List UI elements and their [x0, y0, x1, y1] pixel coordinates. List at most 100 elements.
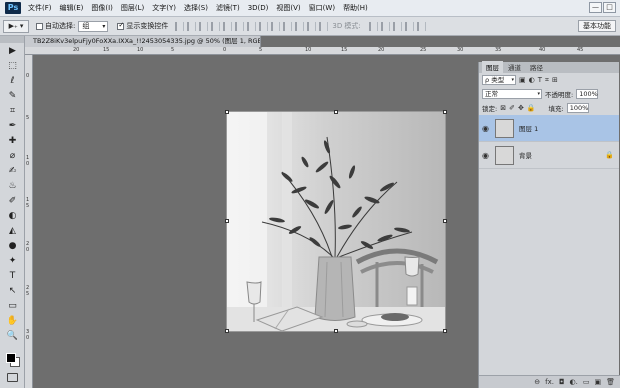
layer-filter-dropdown[interactable]: ρ 类型 [482, 75, 516, 85]
menu-image[interactable]: 图像(I) [87, 3, 117, 13]
new-layer-icon[interactable]: ▣ [594, 378, 601, 386]
distribute-left-icon[interactable] [283, 21, 293, 31]
align-bottom-icon[interactable] [199, 21, 209, 31]
auto-select-dropdown[interactable]: 组 [78, 20, 109, 32]
layer-row[interactable]: ◉ 图层 1 [479, 115, 619, 142]
canvas-area[interactable] [33, 55, 478, 388]
distribute-vcenter-icon[interactable] [259, 21, 269, 31]
transform-handle-bl[interactable] [225, 329, 229, 333]
menu-select[interactable]: 选择(S) [180, 3, 212, 13]
brush-tool-icon[interactable]: ⌀ [0, 148, 25, 163]
distribute-top-icon[interactable] [247, 21, 257, 31]
lock-transparent-icon[interactable]: ⊠ [500, 104, 506, 112]
quick-select-tool-icon[interactable]: ✎ [0, 88, 25, 103]
horizontal-ruler[interactable]: 20 15 10 5 0 5 10 15 20 25 30 35 40 45 [25, 47, 620, 55]
distribute-hcenter-icon[interactable] [295, 21, 305, 31]
align-left-icon[interactable] [211, 21, 221, 31]
layer-name[interactable]: 背景 [519, 150, 605, 160]
marquee-tool-icon[interactable]: ⬚ [0, 58, 25, 73]
tab-channels[interactable]: 通道 [504, 61, 525, 73]
align-vcenter-icon[interactable] [187, 21, 197, 31]
path-select-tool-icon[interactable]: ↖ [0, 283, 25, 298]
3d-scale-icon[interactable] [416, 21, 426, 31]
menu-window[interactable]: 窗口(W) [305, 3, 339, 13]
align-top-icon[interactable] [175, 21, 185, 31]
lock-position-icon[interactable]: ✥ [518, 104, 524, 112]
menu-type[interactable]: 文字(Y) [148, 3, 180, 13]
3d-slide-icon[interactable] [404, 21, 414, 31]
dodge-tool-icon[interactable]: ● [0, 238, 25, 253]
menu-layer[interactable]: 图层(L) [117, 3, 148, 13]
menu-edit[interactable]: 编辑(E) [56, 3, 88, 13]
transform-handle-br[interactable] [443, 329, 447, 333]
hand-tool-icon[interactable]: ✋ [0, 313, 25, 328]
gradient-tool-icon[interactable]: ◐ [0, 208, 25, 223]
align-right-icon[interactable] [235, 21, 245, 31]
lock-pixels-icon[interactable]: ✐ [509, 104, 515, 112]
tab-layers[interactable]: 图层 [482, 61, 503, 73]
transform-handle-l[interactable] [225, 219, 229, 223]
healing-brush-tool-icon[interactable]: ✚ [0, 133, 25, 148]
zoom-tool-icon[interactable]: 🔍 [0, 328, 25, 343]
link-layers-icon[interactable]: ⊖ [534, 378, 540, 386]
lasso-tool-icon[interactable]: ℓ [0, 73, 25, 88]
tab-paths[interactable]: 路径 [526, 61, 547, 73]
minimize-button[interactable]: — [589, 2, 602, 13]
type-tool-icon[interactable]: T [0, 268, 25, 283]
move-tool-icon[interactable]: ▶ [0, 43, 25, 58]
layer-name[interactable]: 图层 1 [519, 123, 619, 133]
opacity-input[interactable]: 100% [576, 89, 599, 99]
distribute-bottom-icon[interactable] [271, 21, 281, 31]
vertical-ruler[interactable]: 0 5 1 0 1 5 2 0 2 5 3 0 [25, 55, 33, 388]
workspace-switcher[interactable]: 基本功能 [578, 20, 616, 32]
history-brush-tool-icon[interactable]: ♨ [0, 178, 25, 193]
menu-help[interactable]: 帮助(H) [339, 3, 372, 13]
transform-handle-tl[interactable] [225, 110, 229, 114]
auto-select-checkbox[interactable] [36, 22, 43, 30]
menu-view[interactable]: 视图(V) [272, 3, 304, 13]
tools-panel-header[interactable] [0, 36, 24, 43]
foreground-color-swatch[interactable] [6, 353, 16, 363]
add-mask-icon[interactable]: ◘ [559, 378, 565, 386]
document-image[interactable] [226, 111, 446, 332]
transform-handle-t[interactable] [334, 110, 338, 114]
auto-align-icon[interactable] [319, 21, 329, 31]
layer-row[interactable]: ◉ 背景 🔒 [479, 142, 619, 169]
filter-type-icon[interactable]: T [538, 76, 542, 84]
blend-mode-dropdown[interactable]: 正常 [482, 89, 542, 99]
3d-drag-icon[interactable] [392, 21, 402, 31]
menu-file[interactable]: 文件(F) [24, 3, 56, 13]
3d-rotate-icon[interactable] [368, 21, 378, 31]
eyedropper-tool-icon[interactable]: ✒ [0, 118, 25, 133]
distribute-right-icon[interactable] [307, 21, 317, 31]
document-tab[interactable]: TB2Z8iKv3elpuFjy0FoXXa.IXXa_!!2453054335… [25, 36, 261, 47]
shape-tool-icon[interactable]: ▭ [0, 298, 25, 313]
show-transform-checkbox[interactable] [117, 21, 125, 30]
blur-tool-icon[interactable]: ◭ [0, 223, 25, 238]
transform-handle-r[interactable] [443, 219, 447, 223]
align-hcenter-icon[interactable] [223, 21, 233, 31]
lock-all-icon[interactable]: 🔒 [527, 104, 536, 112]
transform-handle-tr[interactable] [443, 110, 447, 114]
visibility-eye-icon[interactable]: ◉ [482, 124, 492, 133]
maximize-button[interactable]: □ [603, 2, 616, 13]
visibility-eye-icon[interactable]: ◉ [482, 151, 492, 160]
menu-3d[interactable]: 3D(D) [244, 4, 273, 12]
tool-preset-picker[interactable]: ▶₊ ▾ [3, 19, 29, 33]
filter-shape-icon[interactable]: ⌗ [545, 76, 549, 85]
clone-stamp-tool-icon[interactable]: ✍ [0, 163, 25, 178]
transform-handle-b[interactable] [334, 329, 338, 333]
fill-input[interactable]: 100% [566, 103, 589, 113]
delete-layer-icon[interactable]: 🗑 [606, 378, 615, 386]
eraser-tool-icon[interactable]: ✐ [0, 193, 25, 208]
layer-style-icon[interactable]: fx. [545, 378, 554, 386]
filter-pixel-icon[interactable]: ▣ [519, 76, 526, 84]
3d-roll-icon[interactable] [380, 21, 390, 31]
quick-mask-icon[interactable] [7, 373, 18, 382]
filter-adjustment-icon[interactable]: ◐ [529, 76, 535, 84]
new-group-icon[interactable]: ▭ [583, 378, 590, 386]
pen-tool-icon[interactable]: ✦ [0, 253, 25, 268]
crop-tool-icon[interactable]: ⌗ [0, 103, 25, 118]
menu-filter[interactable]: 滤镜(T) [212, 3, 244, 13]
adjustment-layer-icon[interactable]: ◐. [570, 378, 578, 386]
